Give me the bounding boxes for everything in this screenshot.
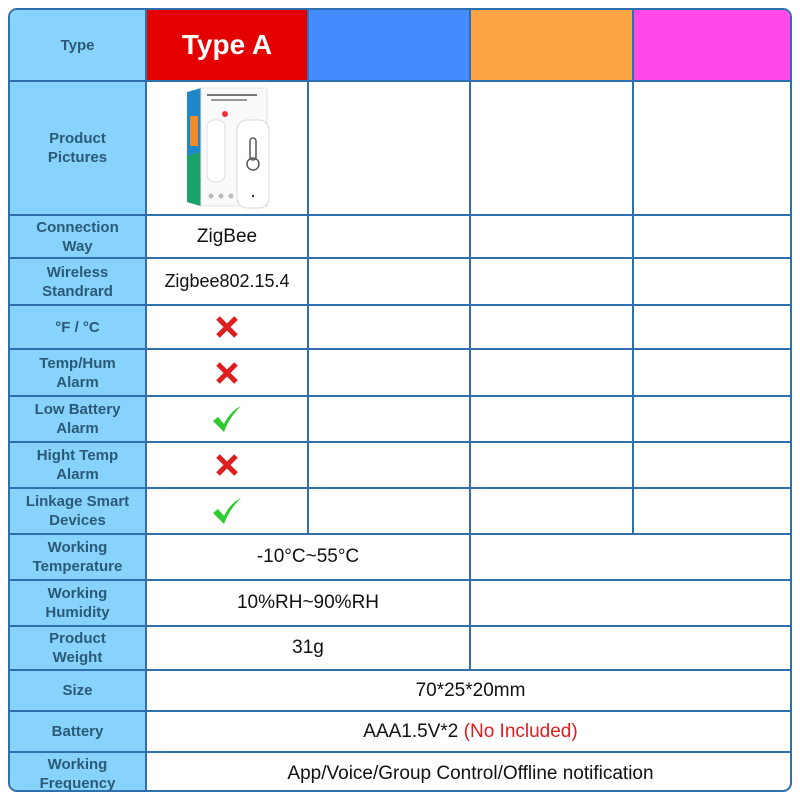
empty-cell — [634, 443, 790, 489]
empty-cell — [634, 489, 790, 535]
unit-switch-value — [147, 306, 309, 350]
empty-cell — [634, 350, 790, 397]
empty-cell — [309, 216, 471, 259]
header-type-c — [471, 10, 634, 82]
cross-icon — [216, 361, 238, 384]
empty-cell — [471, 627, 790, 671]
row-label-battery: Battery — [10, 712, 147, 753]
battery-note: (No Included) — [463, 720, 578, 742]
row-label-working-frequency: Working Frequency — [10, 753, 147, 790]
comparison-table: Type Type A Product Pictures Connection Wa… — [8, 8, 792, 792]
empty-cell — [309, 397, 471, 443]
header-type-b — [309, 10, 471, 82]
empty-cell — [309, 82, 471, 216]
size-value: 70*25*20mm — [147, 671, 790, 712]
row-label-linkage-smart-devices: Linkage Smart Devices — [10, 489, 147, 535]
empty-cell — [471, 82, 634, 216]
empty-cell — [471, 259, 634, 306]
low-battery-alarm-value — [147, 397, 309, 443]
row-label-low-battery-alarm: Low Battery Alarm — [10, 397, 147, 443]
empty-cell — [309, 489, 471, 535]
connection-way-value: ZigBee — [147, 216, 309, 259]
empty-cell — [309, 350, 471, 397]
empty-cell — [471, 489, 634, 535]
row-label-product-pictures: Product Pictures — [10, 82, 147, 216]
cross-icon — [216, 454, 238, 476]
empty-cell — [309, 259, 471, 306]
row-label-temp-hum-alarm: Temp/Hum Alarm — [10, 350, 147, 397]
empty-cell — [634, 397, 790, 443]
wireless-standard-value: Zigbee802.15.4 — [147, 259, 309, 306]
row-label-size: Size — [10, 671, 147, 712]
row-label-wireless-standard: Wireless Standrard — [10, 259, 147, 306]
type-a-title: Type A — [181, 29, 273, 60]
linkage-smart-devices-value — [147, 489, 309, 535]
empty-cell — [309, 443, 471, 489]
battery-spec: AAA1.5V*2 — [363, 720, 459, 742]
row-label-product-weight: Product Weight — [10, 627, 147, 671]
working-frequency-value: App/Voice/Group Control/Offline notifica… — [287, 762, 654, 784]
empty-cell — [634, 216, 790, 259]
row-label-high-temp-alarm: Hight Temp Alarm — [10, 443, 147, 489]
check-icon — [213, 498, 241, 524]
row-label-unit-switch: °F / °C — [10, 306, 147, 350]
working-temperature-value: -10°C~55°C — [147, 535, 471, 581]
empty-cell — [471, 535, 790, 581]
header-type-a: Type A — [147, 10, 309, 82]
empty-cell — [471, 350, 634, 397]
empty-cell — [471, 397, 634, 443]
product-image-cell — [147, 82, 309, 216]
empty-cell — [634, 306, 790, 350]
battery-value: AAA1.5V*2 (No Included) — [147, 712, 790, 753]
product-image — [187, 87, 270, 209]
row-label-connection-way: Connection Way — [10, 216, 147, 259]
temp-hum-alarm-value — [147, 350, 309, 397]
header-label: Type — [60, 36, 95, 54]
high-temp-alarm-value — [147, 443, 309, 489]
header-type-d — [634, 10, 790, 82]
empty-cell — [634, 259, 790, 306]
empty-cell — [471, 306, 634, 350]
header-label-cell: Type — [10, 10, 147, 82]
empty-cell — [471, 581, 790, 627]
check-icon — [213, 406, 241, 432]
empty-cell — [634, 82, 790, 216]
empty-cell — [471, 216, 634, 259]
row-label-working-humidity: Working Humidity — [10, 581, 147, 627]
empty-cell — [309, 306, 471, 350]
working-humidity-value: 10%RH~90%RH — [147, 581, 471, 627]
cross-icon — [216, 316, 238, 338]
row-label-working-temperature: Working Temperature — [10, 535, 147, 581]
product-weight-value: 31g — [147, 627, 471, 671]
empty-cell — [471, 443, 634, 489]
